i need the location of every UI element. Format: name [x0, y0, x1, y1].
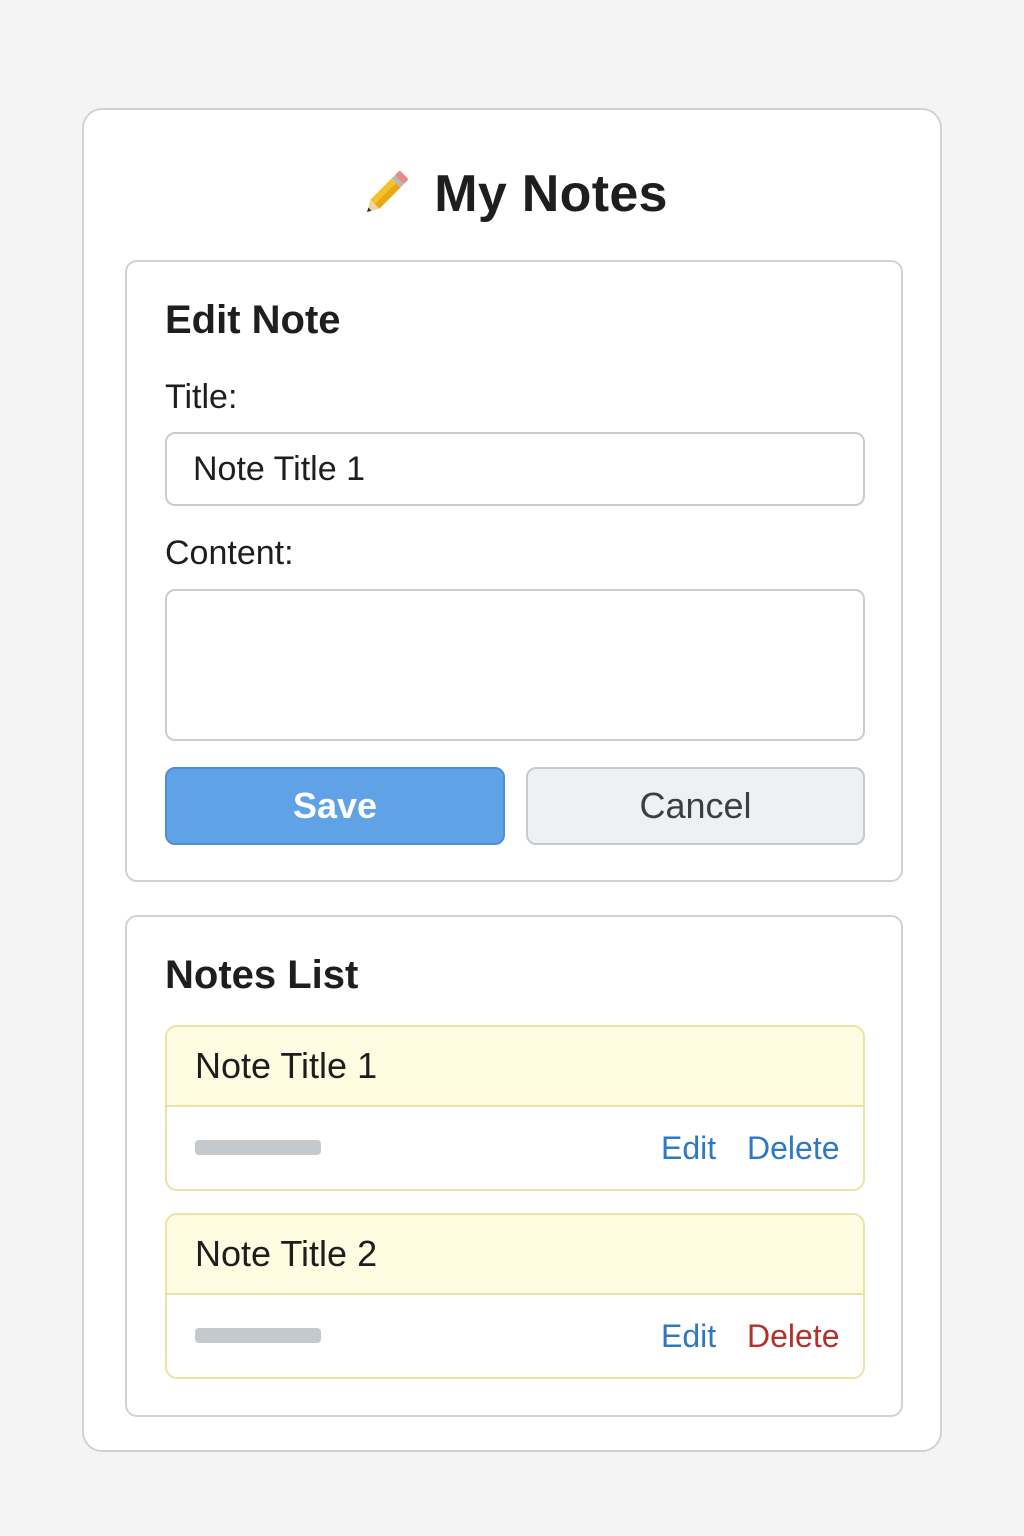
delete-note-link[interactable]: Delete	[747, 1317, 840, 1355]
note-card: Note Title 1 Edit Delete	[165, 1025, 865, 1191]
edit-note-panel: Edit Note Title: Content: Save Cancel	[125, 260, 903, 882]
edit-note-link[interactable]: Edit	[661, 1129, 716, 1167]
note-body: Edit Delete	[167, 1107, 863, 1189]
app-title: My Notes	[434, 165, 668, 223]
notes-app-card: My Notes Edit Note Title: Content: Save …	[82, 108, 942, 1452]
notes-list-heading: Notes List	[165, 953, 359, 997]
pencil-icon	[367, 171, 409, 212]
note-title: Note Title 2	[167, 1215, 863, 1295]
note-title: Note Title 1	[167, 1027, 863, 1107]
delete-note-link[interactable]: Delete	[747, 1129, 840, 1167]
title-input[interactable]	[165, 432, 865, 506]
cancel-button[interactable]: Cancel	[526, 767, 865, 845]
note-body: Edit Delete	[167, 1295, 863, 1377]
notes-list-panel: Notes List Note Title 1 Edit Delete Note…	[125, 915, 903, 1417]
note-preview-placeholder	[195, 1140, 321, 1155]
note-card: Note Title 2 Edit Delete	[165, 1213, 865, 1379]
note-preview-placeholder	[195, 1328, 321, 1343]
content-label: Content:	[165, 534, 294, 572]
edit-note-heading: Edit Note	[165, 298, 341, 342]
app-header: My Notes	[84, 162, 940, 226]
save-button[interactable]: Save	[165, 767, 505, 845]
title-label: Title:	[165, 378, 238, 416]
edit-note-link[interactable]: Edit	[661, 1317, 716, 1355]
content-textarea[interactable]	[165, 589, 865, 741]
